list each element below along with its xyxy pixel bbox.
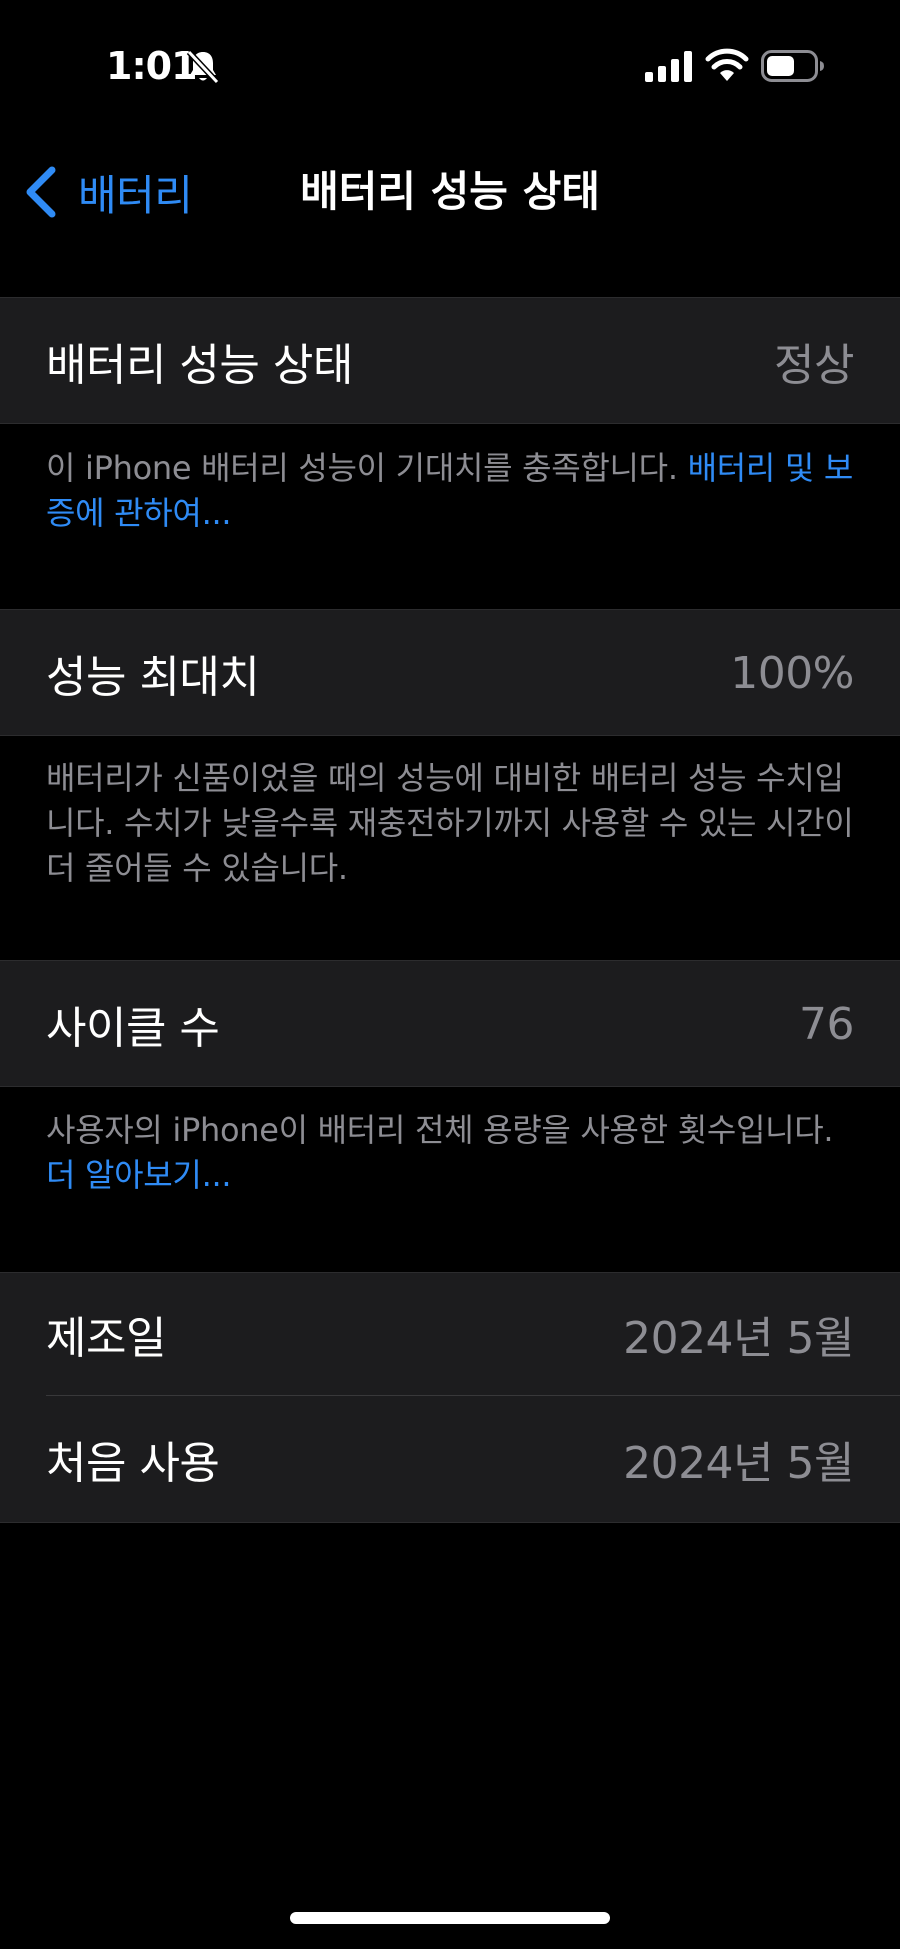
back-button[interactable]: 배터리 — [22, 154, 193, 230]
max-capacity-value: 100% — [730, 647, 854, 699]
cellular-signal-icon — [645, 51, 692, 82]
battery-health-group: 배터리 성능 상태 정상 — [0, 297, 900, 424]
battery-health-footer-text: 이 iPhone 배터리 성능이 기대치를 충족합니다. — [46, 449, 688, 487]
cycle-count-footer-text: 사용자의 iPhone이 배터리 전체 용량을 사용한 횟수입니다. — [46, 1111, 834, 1149]
max-capacity-row: 성능 최대치 100% — [0, 610, 900, 736]
max-capacity-label: 성능 최대치 — [46, 652, 260, 703]
battery-dates-group: 제조일 2024년 5월 처음 사용 2024년 5월 — [0, 1272, 900, 1523]
cycle-count-value: 76 — [799, 998, 855, 1050]
learn-more-link[interactable]: 더 알아보기... — [46, 1156, 232, 1194]
page-title-text: 배터리 성능 상태 — [300, 167, 600, 216]
home-indicator[interactable] — [290, 1912, 610, 1924]
status-bar: 1:01 — [0, 0, 900, 134]
manufacture-date-value: 2024년 5월 — [623, 1313, 854, 1364]
cycle-count-group: 사이클 수 76 — [0, 960, 900, 1087]
cycle-count-row: 사이클 수 76 — [0, 961, 900, 1087]
max-capacity-group: 성능 최대치 100% — [0, 609, 900, 736]
navigation-bar: 배터리 성능 상태 배터리 — [0, 134, 900, 264]
battery-health-footer: 이 iPhone 배터리 성능이 기대치를 충족합니다. 배터리 및 보증에 관… — [46, 446, 856, 536]
row-divider — [46, 1395, 900, 1396]
battery-icon — [761, 50, 824, 82]
first-use-date-row: 처음 사용 2024년 5월 — [0, 1395, 900, 1522]
battery-health-row: 배터리 성능 상태 정상 — [0, 298, 900, 424]
first-use-date-value: 2024년 5월 — [623, 1437, 854, 1489]
battery-health-label: 배터리 성능 상태 — [46, 340, 353, 391]
wifi-icon — [705, 48, 749, 81]
back-button-label: 배터리 — [78, 170, 193, 220]
cycle-count-label: 사이클 수 — [46, 1003, 220, 1054]
max-capacity-footer: 배터리가 신품이었을 때의 성능에 대비한 배터리 성능 수치입니다. 수치가 … — [46, 756, 856, 891]
bell-slash-icon — [186, 49, 220, 85]
first-use-date-label: 처음 사용 — [46, 1437, 220, 1489]
cycle-count-footer: 사용자의 iPhone이 배터리 전체 용량을 사용한 횟수입니다. 더 알아보… — [46, 1108, 856, 1198]
manufacture-date-label: 제조일 — [46, 1313, 166, 1364]
manufacture-date-row: 제조일 2024년 5월 — [0, 1273, 900, 1395]
status-time: 1:01 — [106, 44, 198, 88]
max-capacity-footer-text: 배터리가 신품이었을 때의 성능에 대비한 배터리 성능 수치입니다. 수치가 … — [46, 759, 854, 887]
battery-health-value: 정상 — [774, 340, 854, 391]
chevron-left-icon — [26, 166, 56, 218]
